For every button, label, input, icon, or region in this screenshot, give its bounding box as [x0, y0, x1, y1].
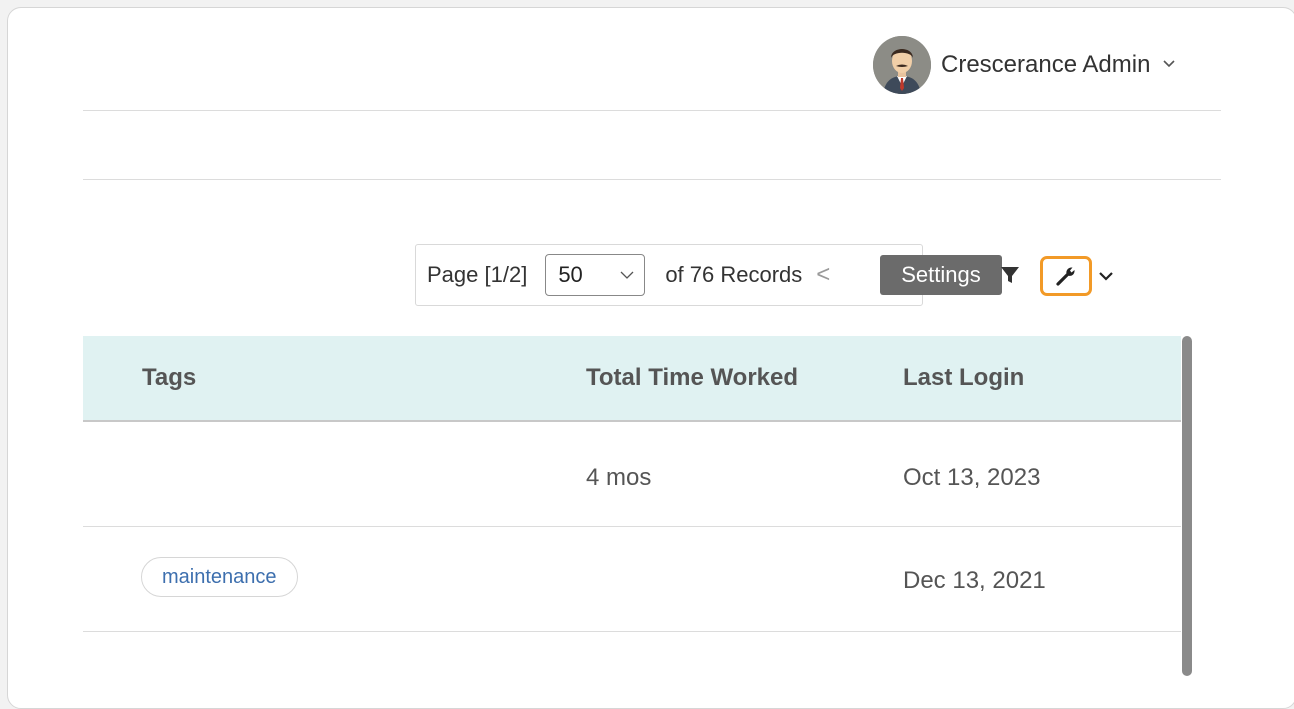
- divider: [83, 179, 1221, 180]
- app-window: Crescerance Admin Page [1/2] 50 of 76 Re…: [7, 7, 1294, 709]
- users-table: Tags Total Time Worked Last Login 4 mos …: [83, 336, 1181, 676]
- tag-badge[interactable]: maintenance: [141, 557, 298, 597]
- prev-page-button[interactable]: <: [816, 261, 830, 289]
- avatar: [873, 36, 931, 94]
- pagination-bar: Page [1/2] 50 of 76 Records <: [415, 244, 923, 306]
- user-menu[interactable]: Crescerance Admin: [873, 36, 1176, 94]
- chevron-down-icon: [1162, 56, 1176, 74]
- column-header-last-login[interactable]: Last Login: [903, 364, 1024, 392]
- page-indicator: Page [1/2]: [427, 262, 528, 287]
- column-header-total-time-worked[interactable]: Total Time Worked: [586, 364, 798, 392]
- user-name: Crescerance Admin: [941, 51, 1151, 78]
- filter-icon[interactable]: [1000, 265, 1020, 285]
- settings-button[interactable]: [1040, 256, 1092, 296]
- page-size-value: 50: [558, 262, 583, 287]
- divider: [83, 110, 1221, 111]
- table-scrollbar[interactable]: [1182, 336, 1192, 676]
- column-header-tags[interactable]: Tags: [142, 364, 196, 392]
- records-count: of 76 Records: [665, 262, 803, 287]
- chevron-down-icon: [620, 267, 634, 283]
- last-login-cell: Oct 13, 2023: [903, 464, 1041, 491]
- table-row[interactable]: maintenance Dec 13, 2021: [83, 527, 1181, 632]
- table-row[interactable]: 4 mos Oct 13, 2023: [83, 422, 1181, 527]
- page-size-select[interactable]: 50: [545, 254, 646, 296]
- table-header: Tags Total Time Worked Last Login: [83, 336, 1181, 422]
- chevron-down-icon[interactable]: [1098, 270, 1114, 282]
- total-time-worked-cell: 4 mos: [586, 464, 652, 491]
- wrench-icon: [1056, 267, 1075, 286]
- last-login-cell: Dec 13, 2021: [903, 567, 1046, 594]
- settings-tooltip: Settings: [880, 255, 1002, 295]
